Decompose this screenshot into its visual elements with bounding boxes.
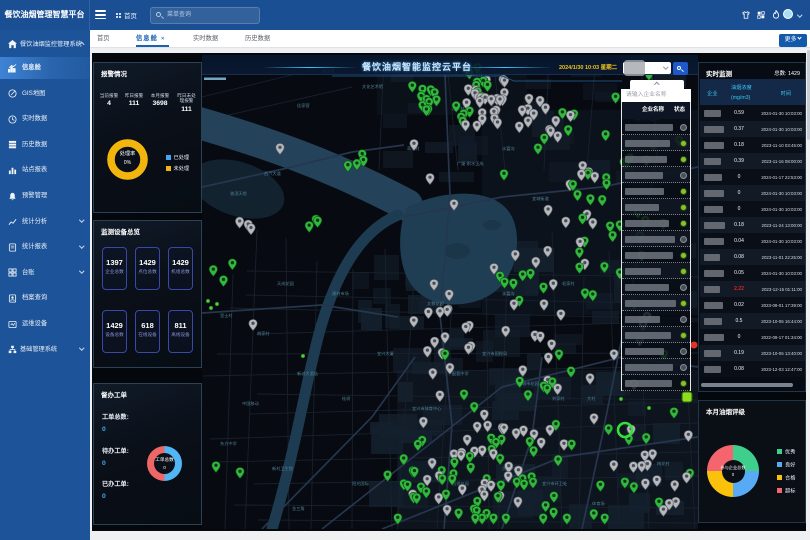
svg-text:梅花村: 梅花村 (657, 460, 670, 467)
svg-text:文化艺术馆: 文化艺术馆 (362, 83, 383, 90)
svg-text:宜兴市体育中心: 宜兴市体育中心 (412, 405, 442, 412)
svg-text:毛家村: 毛家村 (562, 280, 575, 286)
svg-text:桂树: 桂树 (342, 395, 350, 402)
svg-text:建材市场: 建材市场 (332, 290, 349, 297)
svg-text:体育场: 体育场 (592, 500, 605, 507)
svg-text:新派大酒店: 新派大酒店 (297, 370, 318, 377)
svg-text:佳家营: 佳家营 (297, 102, 310, 109)
svg-text:天成花园: 天成花园 (277, 280, 294, 287)
svg-text:水富沟: 水富沟 (502, 145, 515, 152)
svg-text:金三角: 金三角 (292, 505, 305, 512)
svg-text:里士村: 里士村 (220, 312, 233, 318)
svg-text:文教花园: 文教花园 (427, 300, 444, 307)
svg-text:中国移动: 中国移动 (242, 400, 259, 407)
svg-text:宜兴市环卫处: 宜兴市环卫处 (542, 480, 568, 487)
svg-text:阳光国际: 阳光国际 (352, 480, 369, 487)
svg-text:新村卫生院: 新村卫生院 (272, 465, 294, 472)
svg-text:香滨天悦: 香滨天悦 (230, 190, 248, 197)
svg-text:城市花园: 城市花园 (522, 380, 539, 387)
svg-text:广厦·职水玉成: 广厦·职水玉成 (457, 160, 484, 167)
svg-text:刘家村: 刘家村 (552, 395, 565, 401)
svg-text:水富沟: 水富沟 (502, 290, 515, 297)
svg-text:大村: 大村 (587, 395, 596, 402)
svg-text:东方中学: 东方中学 (220, 440, 237, 447)
svg-text:胡家村: 胡家村 (257, 330, 270, 337)
svg-text:宜兴市国税局: 宜兴市国税局 (482, 350, 507, 357)
svg-text:宜城街道: 宜城街道 (532, 195, 550, 202)
svg-text:配套中学: 配套中学 (452, 370, 469, 377)
svg-text:宜兴大厦: 宜兴大厦 (377, 350, 394, 357)
svg-text:西汽大道: 西汽大道 (264, 170, 282, 177)
